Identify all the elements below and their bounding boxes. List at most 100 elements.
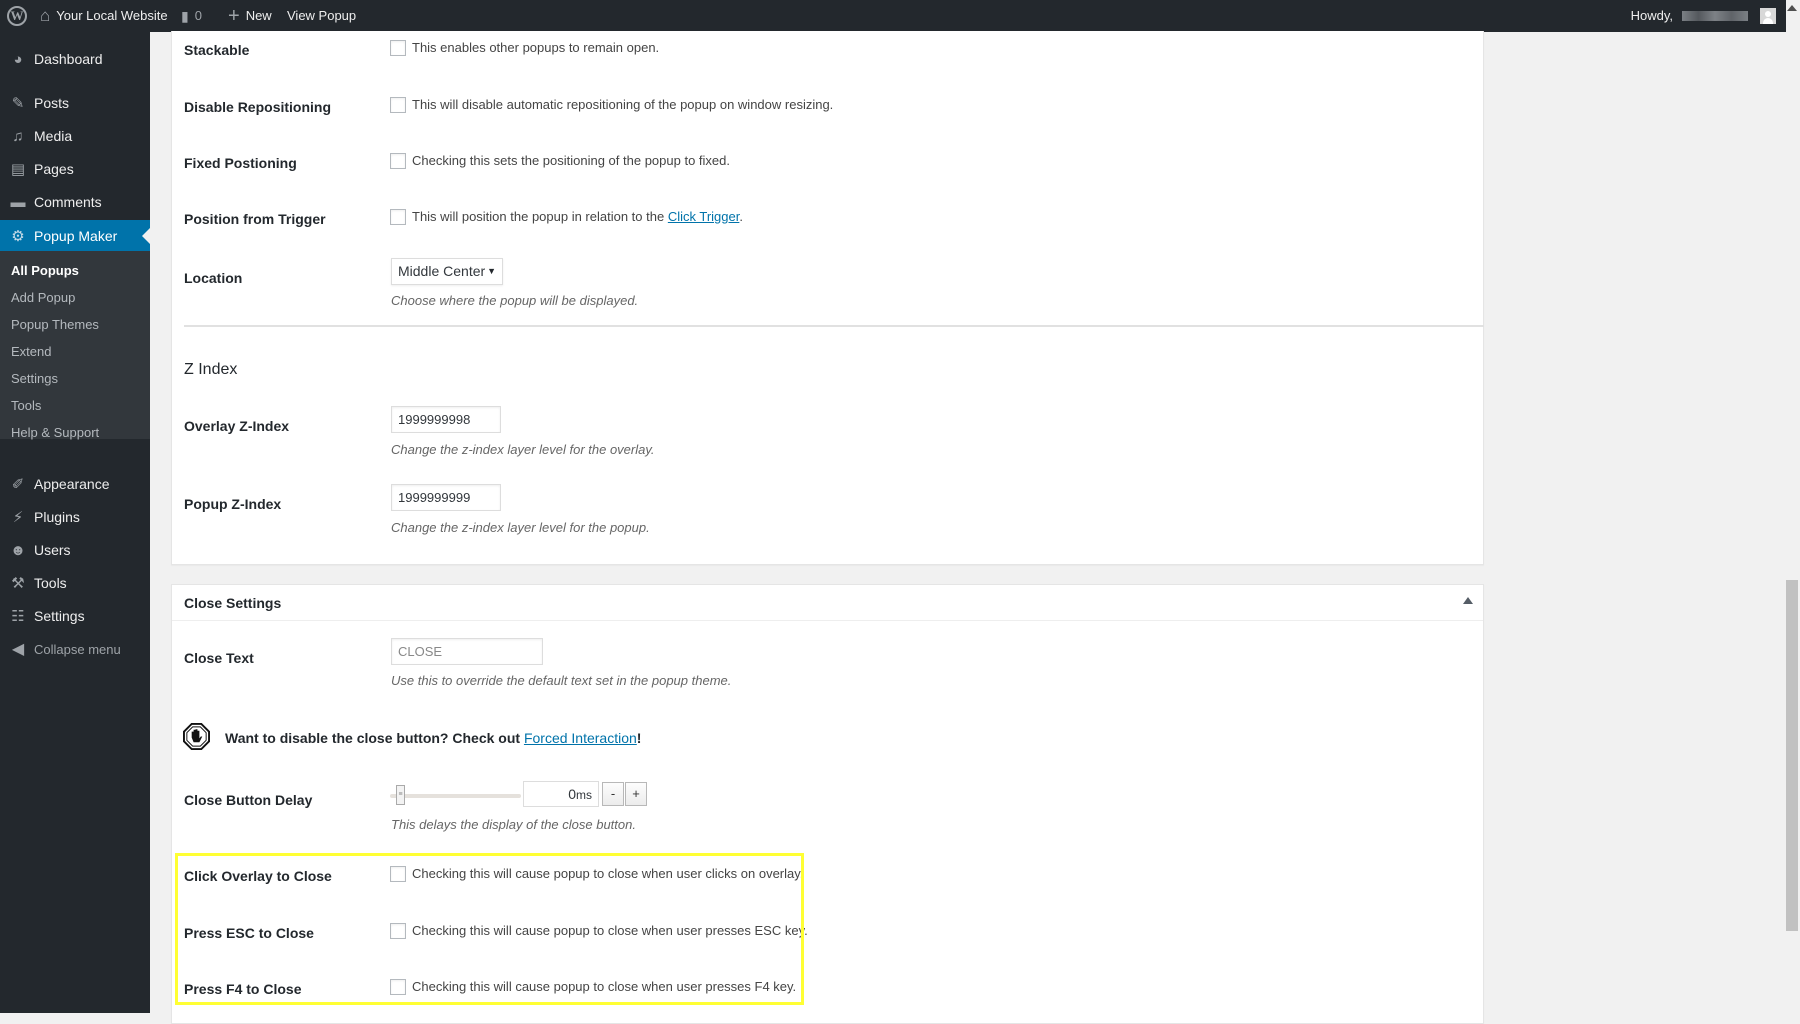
position-from-trigger-checkbox[interactable] (390, 209, 406, 225)
collapse-arrow-icon[interactable] (1463, 597, 1473, 604)
submenu-all-popups[interactable]: All Popups (11, 263, 79, 278)
close-delay-input[interactable]: 0ms (523, 781, 599, 807)
settings-icon: ☷ (11, 608, 25, 625)
admin-bar: W ⌂ Your Local Website ▮ 0 + New View Po… (0, 0, 1786, 32)
collapse-icon: ◀ (11, 641, 25, 658)
close-text-description: Use this to override the default text se… (391, 673, 732, 688)
page-scrollbar[interactable] (1786, 0, 1800, 1013)
submenu-help-support[interactable]: Help & Support (11, 425, 99, 440)
sidebar-item-comments[interactable]: ▬ Comments (0, 187, 150, 217)
stackable-checkbox[interactable] (390, 40, 406, 56)
press-f4-checkbox[interactable] (390, 979, 406, 995)
disable-repositioning-description: This will disable automatic repositionin… (412, 97, 834, 112)
comments-link[interactable]: ▮ 0 (181, 0, 202, 32)
z-index-heading: Z Index (184, 361, 238, 378)
increment-button[interactable]: + (625, 782, 647, 806)
location-label: Location (184, 270, 243, 286)
active-indicator (142, 228, 150, 244)
stop-hand-icon (183, 723, 210, 750)
press-f4-label: Press F4 to Close (184, 981, 302, 997)
new-label: New (245, 8, 272, 23)
plus-icon: + (228, 5, 240, 27)
display-settings-panel: Stackable This enables other popups to r… (171, 31, 1484, 565)
sidebar-item-popup-maker[interactable]: ⚙ Popup Maker (0, 220, 150, 251)
comment-icon: ▬ (10, 193, 26, 211)
sidebar-item-pages[interactable]: ▤ Pages (0, 154, 150, 184)
wordpress-logo-button[interactable]: W (7, 0, 27, 32)
popup-maker-submenu: All Popups Add Popup Popup Themes Extend… (0, 251, 150, 440)
close-settings-panel: Close Settings Close Text CLOSE Use this… (171, 584, 1484, 1024)
overlay-z-index-input[interactable]: 1999999998 (391, 406, 501, 433)
overlay-z-index-label: Overlay Z-Index (184, 418, 290, 434)
location-description: Choose where the popup will be displayed… (391, 293, 639, 308)
submenu-add-popup[interactable]: Add Popup (11, 290, 75, 305)
popup-z-index-description: Change the z-index layer level for the p… (391, 520, 650, 535)
howdy-text: Howdy, (1630, 8, 1673, 23)
sidebar-item-dashboard[interactable]: ◕ Dashboard (0, 44, 150, 74)
sidebar-item-appearance[interactable]: ✐ Appearance (0, 469, 150, 499)
fixed-positioning-label: Fixed Postioning (184, 155, 297, 171)
popup-z-index-input[interactable]: 1999999999 (391, 484, 501, 511)
close-delay-description: This delays the display of the close but… (391, 817, 636, 832)
location-select[interactable]: Middle Center ▼ (391, 258, 503, 285)
forced-interaction-note: Want to disable the close button? Check … (225, 730, 642, 746)
dropdown-caret-icon: ▼ (487, 266, 496, 276)
click-overlay-checkbox[interactable] (390, 866, 406, 882)
comments-count: 0 (194, 8, 202, 23)
close-delay-slider[interactable] (390, 794, 521, 798)
close-settings-title: Close Settings (184, 595, 282, 611)
disable-repositioning-label: Disable Repositioning (184, 99, 332, 115)
decrement-button[interactable]: - (602, 782, 624, 806)
position-from-trigger-description: This will position the popup in relation… (412, 209, 743, 224)
close-settings-header[interactable]: Close Settings (172, 585, 1483, 621)
scrollbar-thumb[interactable] (1786, 580, 1798, 931)
view-popup-link[interactable]: View Popup (287, 0, 356, 32)
account-menu[interactable]: Howdy, (1631, 0, 1776, 32)
stackable-description: This enables other popups to remain open… (412, 40, 660, 55)
close-text-input[interactable]: CLOSE (391, 638, 543, 665)
submenu-popup-themes[interactable]: Popup Themes (11, 317, 99, 332)
new-content-link[interactable]: + New (228, 0, 272, 32)
wordpress-icon: W (7, 6, 27, 26)
username-blurred (1682, 11, 1748, 21)
press-esc-label: Press ESC to Close (184, 925, 314, 941)
fixed-positioning-checkbox[interactable] (390, 153, 406, 169)
fixed-positioning-description: Checking this sets the positioning of th… (412, 153, 730, 168)
submenu-extend[interactable]: Extend (11, 344, 51, 359)
sidebar-item-settings[interactable]: ☷ Settings (0, 601, 150, 631)
popup-maker-icon: ⚙ (11, 227, 25, 245)
disable-repositioning-checkbox[interactable] (390, 97, 406, 113)
submenu-settings[interactable]: Settings (11, 371, 58, 386)
comment-icon: ▮ (181, 8, 189, 24)
wrench-icon: ⚒ (11, 575, 25, 592)
collapse-menu-button[interactable]: ◀ Collapse menu (0, 634, 150, 664)
submenu-tools[interactable]: Tools (11, 398, 41, 413)
press-esc-description: Checking this will cause popup to close … (412, 923, 808, 938)
position-from-trigger-label: Position from Trigger (184, 211, 326, 227)
press-f4-description: Checking this will cause popup to close … (412, 979, 797, 994)
avatar (1760, 8, 1776, 24)
popup-z-index-label: Popup Z-Index (184, 496, 282, 512)
sidebar-item-tools[interactable]: ⚒ Tools (0, 568, 150, 598)
click-overlay-description: Checking this will cause popup to close … (412, 866, 804, 881)
sidebar-item-plugins[interactable]: ⚡ Plugins (0, 502, 150, 532)
press-esc-checkbox[interactable] (390, 923, 406, 939)
click-trigger-link[interactable]: Click Trigger (668, 209, 740, 224)
stackable-label: Stackable (184, 42, 250, 58)
pin-icon: ✎ (11, 95, 25, 112)
site-name-link[interactable]: ⌂ Your Local Website (40, 0, 168, 32)
media-icon: ♫ (12, 127, 24, 145)
overlay-z-index-description: Change the z-index layer level for the o… (391, 442, 655, 457)
sidebar-item-media[interactable]: ♫ Media (0, 121, 150, 151)
forced-interaction-link[interactable]: Forced Interaction (524, 730, 637, 746)
sidebar-item-posts[interactable]: ✎ Posts (0, 88, 150, 118)
section-divider (184, 325, 1484, 327)
plugin-icon: ⚡ (12, 509, 24, 526)
click-overlay-label: Click Overlay to Close (184, 868, 332, 884)
sidebar-item-users[interactable]: ☻ Users (0, 535, 150, 565)
scroll-up-arrow-icon[interactable] (1787, 5, 1797, 11)
site-name: Your Local Website (56, 8, 168, 23)
dashboard-icon: ◕ (13, 50, 23, 68)
close-delay-slider-handle[interactable]: ≡ (396, 785, 405, 805)
pages-icon: ▤ (10, 161, 26, 178)
